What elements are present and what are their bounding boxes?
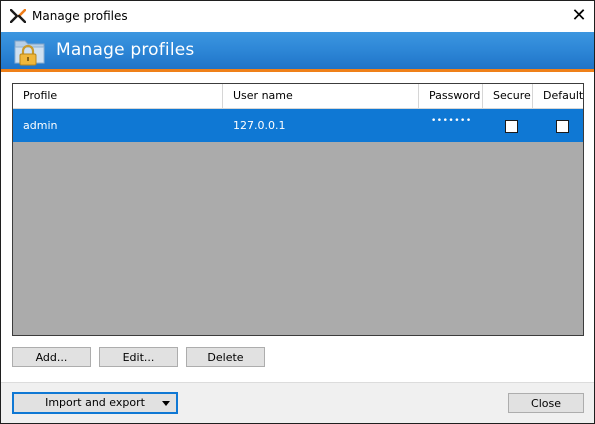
- password-cell[interactable]: •••••••: [431, 117, 491, 126]
- window-title: Manage profiles: [32, 9, 128, 23]
- add-button[interactable]: Add...: [12, 347, 91, 367]
- close-icon[interactable]: ✕: [566, 4, 592, 28]
- column-header-username[interactable]: User name: [223, 84, 419, 108]
- profiles-table[interactable]: Profile User name Password Secure Defaul…: [12, 83, 584, 336]
- column-header-secure[interactable]: Secure: [483, 84, 533, 108]
- banner-title: Manage profiles: [56, 40, 195, 60]
- chevron-down-icon: [162, 401, 170, 406]
- column-header-default[interactable]: Default: [533, 84, 583, 108]
- column-header-password[interactable]: Password: [419, 84, 483, 108]
- default-checkbox[interactable]: [556, 120, 569, 133]
- close-button[interactable]: Close: [508, 393, 584, 413]
- table-header: Profile User name Password Secure Defaul…: [13, 84, 583, 109]
- username-cell[interactable]: 127.0.0.1: [223, 109, 419, 142]
- folder-lock-icon: [14, 40, 45, 66]
- import-export-button[interactable]: Import and export: [12, 392, 178, 414]
- app-logo-icon: [10, 9, 26, 23]
- profile-cell[interactable]: admin: [13, 109, 223, 142]
- column-header-profile[interactable]: Profile: [13, 84, 223, 108]
- edit-button[interactable]: Edit...: [99, 347, 178, 367]
- manage-profiles-window: Manage profiles ✕ Manage profiles Profil…: [0, 0, 595, 424]
- table-row[interactable]: admin 127.0.0.1 •••••••: [13, 109, 583, 142]
- secure-checkbox[interactable]: [505, 120, 518, 133]
- title-bar: Manage profiles ✕: [1, 1, 594, 32]
- import-export-label: Import and export: [45, 396, 145, 409]
- banner-accent-line: [1, 69, 594, 72]
- delete-button[interactable]: Delete: [186, 347, 265, 367]
